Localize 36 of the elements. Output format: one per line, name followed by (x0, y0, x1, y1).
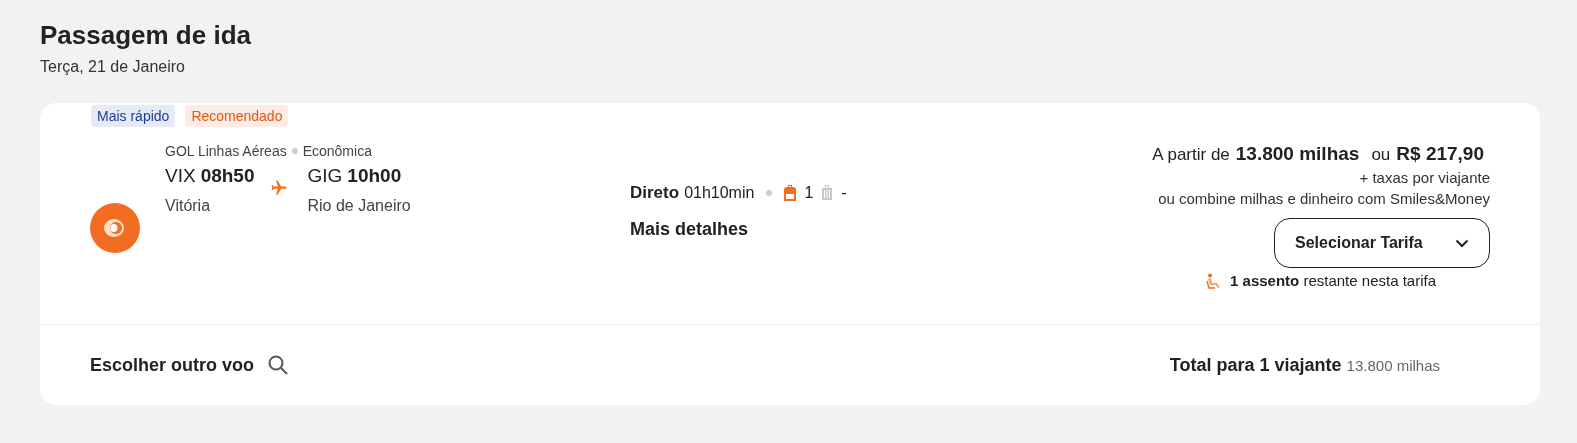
flight-duration: 01h10min (684, 184, 755, 202)
details-link[interactable]: Mais detalhes (630, 219, 847, 240)
select-fare-button[interactable]: Selecionar Tarifa (1274, 218, 1490, 268)
airport-code: GIG (307, 165, 343, 187)
airline-name: GOL Linhas Aéreas (165, 143, 287, 159)
stops-label: Direto (630, 183, 680, 203)
page-title: Passagem de ida (40, 19, 252, 52)
cabin-class: Econômica (302, 143, 372, 159)
flight-date: Terça, 21 de Janeiro (40, 58, 186, 76)
choose-other-flight-link[interactable]: Escolher outro voo (90, 354, 289, 376)
arrival-time: 10h00 (347, 165, 402, 187)
search-icon (268, 355, 289, 375)
money-price: R$ 217,90 (1396, 143, 1484, 165)
price-prefix: A partir de (1152, 145, 1230, 165)
carry-on-count: 1 (804, 184, 814, 202)
combine-note: ou combine milhas e dinheiro com Smiles&Money (1158, 190, 1490, 207)
backpack-icon (784, 185, 797, 201)
airplane-icon (269, 179, 288, 197)
miles-price: 13.800 milhas (1235, 143, 1360, 165)
suitcase-icon (821, 185, 834, 201)
flight-tag: Recomendado (185, 105, 289, 127)
airline-logo-icon (90, 203, 140, 253)
flight-tag: Mais rápido (91, 105, 176, 127)
seats-remaining: 1 assento restante nesta tarifa (1230, 272, 1436, 289)
total-label: Total para 1 viajante (1169, 354, 1342, 376)
chevron-down-icon (1455, 238, 1469, 248)
checked-bag-count: - (841, 184, 847, 202)
city-name: Rio de Janeiro (307, 197, 411, 215)
dot-separator-icon (291, 148, 298, 154)
dot-separator-icon (766, 190, 773, 196)
total-value: 13.800 milhas (1346, 356, 1440, 374)
departure-time: 08h50 (200, 165, 255, 187)
taxes-note: + taxas por viajante (1359, 169, 1490, 186)
city-name: Vitória (165, 197, 212, 215)
or-label: ou (1371, 145, 1391, 165)
airport-code: VIX (165, 165, 196, 187)
